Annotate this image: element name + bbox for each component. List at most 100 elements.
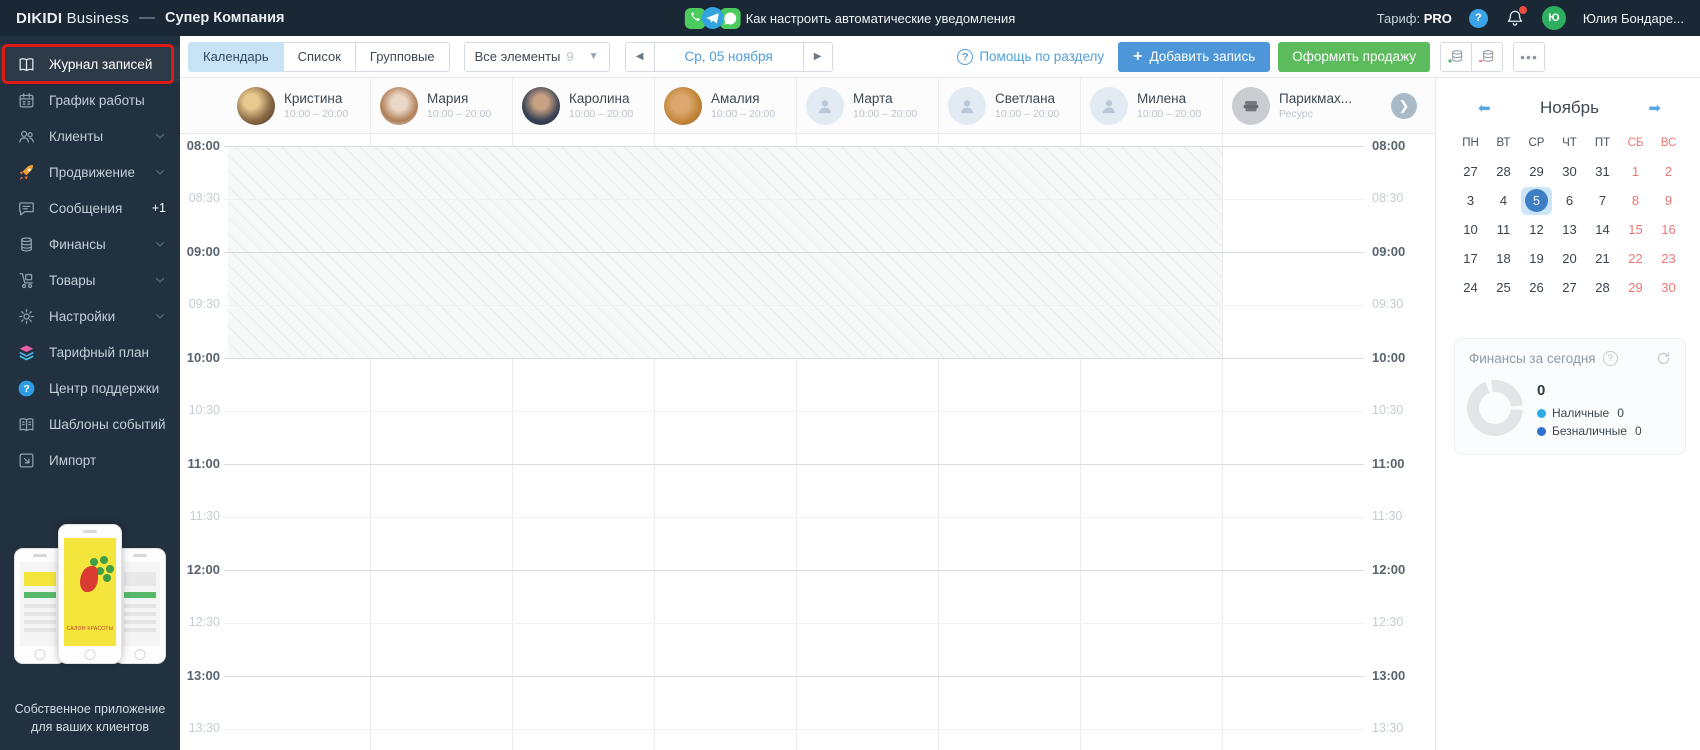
staff-column-header[interactable]: Каролина10:00 – 20:00: [512, 78, 654, 134]
calendar-day[interactable]: 13: [1553, 215, 1586, 244]
next-month-arrow-icon[interactable]: ➡: [1648, 101, 1661, 116]
calendar-day[interactable]: 26: [1520, 273, 1553, 302]
user-name[interactable]: Юлия Бондаре...: [1583, 11, 1684, 26]
notifications-banner-link[interactable]: Как настроить автоматические уведомления: [685, 6, 1016, 30]
calendar-day[interactable]: 27: [1553, 273, 1586, 302]
staff-column-header[interactable]: Милена10:00 – 20:00: [1080, 78, 1222, 134]
sidebar-item-support[interactable]: ?Центр поддержки: [0, 370, 180, 406]
staff-work-time: 10:00 – 20:00: [569, 108, 633, 122]
calendar-day[interactable]: 3: [1454, 186, 1487, 215]
staff-avatar-placeholder: [1090, 87, 1128, 125]
calendar-day[interactable]: 7: [1586, 186, 1619, 215]
tab-group[interactable]: Групповые: [355, 42, 450, 72]
date-navigation: ◀ Ср, 05 ноября ▶: [625, 42, 833, 72]
calendar-day[interactable]: 20: [1553, 244, 1586, 273]
checkout-sale-button[interactable]: Оформить продажу: [1278, 42, 1430, 72]
time-label: 11:30: [180, 509, 220, 523]
staff-column-header[interactable]: Парикмах...Ресурс: [1222, 78, 1364, 134]
sidebar-item-goods[interactable]: Товары: [0, 262, 180, 298]
calendar-day[interactable]: 29: [1619, 273, 1652, 302]
promo-caption: Собственное приложение для ваших клиенто…: [0, 700, 180, 736]
calendar-day[interactable]: 12: [1520, 215, 1553, 244]
sidebar-item-label: Сообщения: [49, 201, 122, 216]
sidebar-item-tariff[interactable]: Тарифный план: [0, 334, 180, 370]
staff-column[interactable]: [1222, 134, 1364, 750]
coins-plus-icon: [1447, 47, 1465, 66]
staff-work-time: 10:00 – 20:00: [995, 108, 1059, 122]
calendar-day[interactable]: 30: [1652, 273, 1685, 302]
prev-month-arrow-icon[interactable]: ⬅: [1478, 101, 1491, 116]
tariff-label[interactable]: Тариф: PRO: [1377, 11, 1452, 26]
sidebar-item-templates[interactable]: Шаблоны событий: [0, 406, 180, 442]
staff-column-header[interactable]: Кристина10:00 – 20:00: [228, 78, 370, 134]
calendar-day[interactable]: 30: [1553, 157, 1586, 186]
sidebar-item-import[interactable]: Импорт: [0, 442, 180, 478]
calendar-day[interactable]: 27: [1454, 157, 1487, 186]
finances-help-icon[interactable]: ?: [1603, 351, 1618, 366]
staff-column-header[interactable]: Марта10:00 – 20:00: [796, 78, 938, 134]
staff-column-header[interactable]: Мария10:00 – 20:00: [370, 78, 512, 134]
calendar-day[interactable]: 25: [1487, 273, 1520, 302]
calendar-day[interactable]: 14: [1586, 215, 1619, 244]
tab-list[interactable]: Список: [283, 42, 356, 72]
calendar-day[interactable]: 28: [1487, 157, 1520, 186]
calendar-day[interactable]: 28: [1586, 273, 1619, 302]
staff-avatar: [380, 87, 418, 125]
selected-day: 5: [1521, 187, 1552, 215]
calendar-day[interactable]: 16: [1652, 215, 1685, 244]
calendar-day[interactable]: 21: [1586, 244, 1619, 273]
calendar-day[interactable]: 2: [1652, 157, 1685, 186]
calendar-day[interactable]: 15: [1619, 215, 1652, 244]
current-date-button[interactable]: Ср, 05 ноября: [654, 42, 804, 72]
calendar-day[interactable]: 8: [1619, 186, 1652, 215]
more-actions-button[interactable]: •••: [1513, 42, 1545, 72]
calendar-day[interactable]: 11: [1487, 215, 1520, 244]
sidebar-item-finances[interactable]: Финансы: [0, 226, 180, 262]
calendar-grid[interactable]: 08:0008:0008:3008:3009:0009:0009:3009:30…: [180, 134, 1435, 750]
calendar-day[interactable]: 31: [1586, 157, 1619, 186]
company-name[interactable]: Супер Компания: [165, 10, 284, 26]
app-logo[interactable]: DIKIDI Business: [16, 10, 129, 27]
user-avatar[interactable]: Ю: [1542, 6, 1566, 30]
elements-filter-dropdown[interactable]: Все элементы 9 ▼: [464, 42, 610, 72]
app-promo[interactable]: САЛОН КРАСОТЫ Собственное приложение для…: [0, 518, 180, 750]
sidebar-item-messages[interactable]: Сообщения+1: [0, 190, 180, 226]
staff-avatar: [522, 87, 560, 125]
refresh-icon[interactable]: [1656, 351, 1671, 366]
staff-work-time: 10:00 – 20:00: [1137, 108, 1201, 122]
calendar-day[interactable]: 29: [1520, 157, 1553, 186]
staff-column-header[interactable]: Амалия10:00 – 20:00: [654, 78, 796, 134]
grid-hour-line: [224, 358, 1364, 359]
staff-column-header[interactable]: Светлана10:00 – 20:00: [938, 78, 1080, 134]
cash-out-button[interactable]: [1471, 42, 1503, 72]
calendar-day[interactable]: 19: [1520, 244, 1553, 273]
grid-half-hour-line: [224, 305, 1364, 306]
staff-scroll-next-button[interactable]: ❯: [1391, 93, 1417, 119]
calendar-day[interactable]: 10: [1454, 215, 1487, 244]
notifications-bell-icon[interactable]: [1505, 8, 1525, 28]
next-day-button[interactable]: ▶: [803, 42, 833, 72]
prev-day-button[interactable]: ◀: [625, 42, 655, 72]
sidebar-item-settings[interactable]: Настройки: [0, 298, 180, 334]
calendar-day[interactable]: 17: [1454, 244, 1487, 273]
sidebar-item-promotion[interactable]: Продвижение: [0, 154, 180, 190]
calendar-day[interactable]: 9: [1652, 186, 1685, 215]
time-label: 10:00: [180, 350, 220, 365]
calendar-day[interactable]: 22: [1619, 244, 1652, 273]
cash-in-button[interactable]: [1440, 42, 1472, 72]
sidebar-item-journal[interactable]: Журнал записей: [0, 46, 180, 82]
calendar-day[interactable]: 18: [1487, 244, 1520, 273]
calendar-day[interactable]: 24: [1454, 273, 1487, 302]
calendar-day[interactable]: 4: [1487, 186, 1520, 215]
time-label: 09:30: [1372, 297, 1412, 311]
calendar-day[interactable]: 5: [1520, 186, 1553, 215]
calendar-day[interactable]: 23: [1652, 244, 1685, 273]
help-icon[interactable]: ?: [1469, 9, 1488, 28]
tab-calendar[interactable]: Календарь: [188, 42, 284, 72]
add-record-button[interactable]: + Добавить запись: [1118, 42, 1270, 72]
sidebar-item-clients[interactable]: Клиенты: [0, 118, 180, 154]
sidebar-item-schedule[interactable]: График работы: [0, 82, 180, 118]
calendar-day[interactable]: 1: [1619, 157, 1652, 186]
calendar-day[interactable]: 6: [1553, 186, 1586, 215]
section-help-link[interactable]: ? Помощь по разделу: [957, 49, 1104, 65]
